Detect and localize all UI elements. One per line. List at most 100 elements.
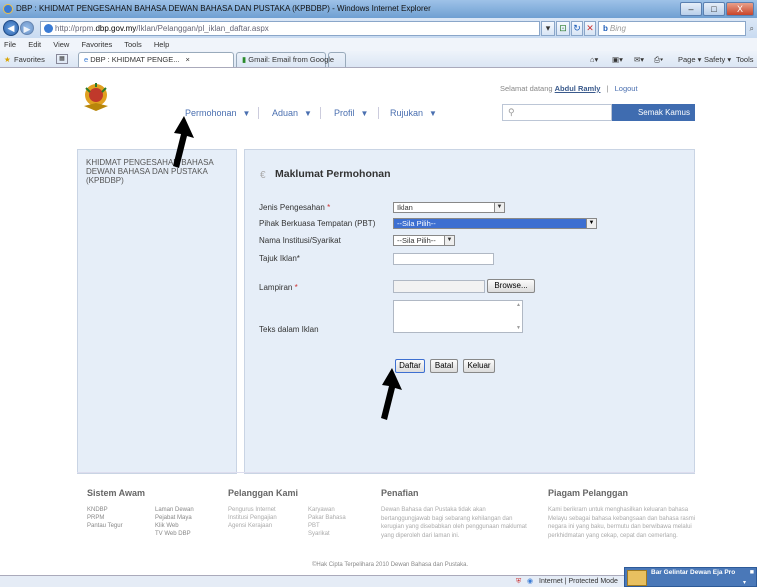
maximize-button[interactable]: □: [703, 2, 725, 16]
notification-icon: [627, 570, 647, 586]
ie-icon: [3, 4, 13, 14]
browse-button[interactable]: Browse...: [487, 279, 535, 293]
footer-text: Institusi Pengajian: [228, 515, 277, 521]
teks-textarea[interactable]: ▲ ▼: [393, 300, 523, 333]
tab-ie-icon: e: [84, 55, 89, 64]
lampiran-input[interactable]: [393, 280, 485, 293]
menu-edit[interactable]: Edit: [28, 40, 41, 49]
nav-profil[interactable]: Profil ▼: [334, 108, 368, 118]
search-icon[interactable]: ⌕: [750, 22, 754, 35]
scroll-down-icon[interactable]: ▼: [516, 325, 521, 331]
semak-kamus-button[interactable]: Semak Kamus: [612, 104, 695, 121]
menu-file[interactable]: File: [4, 40, 16, 49]
toolbar-notification[interactable]: Bar Gelintar Dewan Eja Pro ■ ▾: [624, 567, 757, 587]
zone-shield-icon: ⛨: [516, 578, 522, 585]
refresh-icon[interactable]: ↻: [571, 21, 583, 36]
nav-aduan[interactable]: Aduan ▼: [272, 108, 312, 118]
compatibility-icon[interactable]: ⊡: [556, 21, 570, 36]
footer-pelanggan-heading: Pelanggan Kami: [228, 488, 299, 498]
minimize-button[interactable]: –: [680, 2, 702, 16]
menu-help[interactable]: Help: [154, 40, 169, 49]
window-title: DBP : KHIDMAT PENGESAHAN BAHASA DEWAN BA…: [16, 4, 431, 13]
close-button[interactable]: X: [726, 2, 754, 16]
forward-icon[interactable]: ▶: [20, 21, 34, 35]
mail-icon[interactable]: ✉▾: [634, 51, 644, 68]
form-title: Maklumat Permohonan: [275, 168, 391, 180]
tab-gmail[interactable]: ▮ Gmail: Email from Google: [236, 52, 334, 67]
footer-link[interactable]: PRPM: [87, 514, 123, 522]
logout-link[interactable]: Logout: [615, 84, 638, 93]
kamus-search-input[interactable]: ⚲: [502, 104, 612, 121]
notification-dropdown-icon[interactable]: ▾: [743, 579, 746, 586]
notification-close-icon[interactable]: ■: [750, 569, 754, 576]
page-icon: [44, 24, 53, 33]
scroll-up-icon[interactable]: ▲: [516, 302, 521, 308]
chevron-down-icon: ▼: [360, 109, 369, 118]
url-path: /Iklan/Pelanggan/pl_iklan_daftar.aspx: [136, 24, 269, 33]
tab-close-icon[interactable]: ×: [186, 55, 190, 64]
menu-favorites[interactable]: Favorites: [81, 40, 112, 49]
tajuk-input[interactable]: [393, 253, 494, 265]
bing-icon: b: [603, 24, 608, 33]
footer-link[interactable]: Pejabat Maya: [155, 514, 194, 522]
search-engine-label: Bing: [609, 24, 626, 33]
page-menu[interactable]: Page ▾: [678, 51, 701, 68]
menu-view[interactable]: View: [53, 40, 69, 49]
favorites-star-icon[interactable]: ★: [4, 51, 11, 68]
search-input[interactable]: b Bing ⌕: [598, 21, 754, 36]
footer-link[interactable]: KNDBP: [87, 506, 123, 514]
back-icon[interactable]: ◀: [3, 20, 19, 36]
footer-link[interactable]: Pantau Tegur: [87, 522, 123, 530]
footer-text: Agensi Kerajaan: [228, 523, 273, 529]
stop-icon[interactable]: ✕: [584, 21, 596, 36]
jenis-label: Jenis Pengesahan *: [259, 203, 330, 212]
institusi-value: --Sila Pilih--: [397, 236, 436, 245]
footer-link[interactable]: Klik Web: [155, 522, 194, 530]
footer-piagam-heading: Piagam Pelanggan: [548, 488, 629, 498]
url-dropdown-icon[interactable]: ▾: [541, 21, 555, 36]
footer-penafian-heading: Penafian: [381, 488, 419, 498]
home-icon[interactable]: ⌂▾: [590, 51, 598, 68]
tab-dbp[interactable]: e DBP : KHIDMAT PENGE... ×: [78, 52, 234, 67]
institusi-select[interactable]: --Sila Pilih-- ▼: [393, 235, 455, 246]
copyright: ©Hak Cipta Terpelihara 2010 Dewan Bahasa…: [312, 562, 469, 568]
annotation-arrow: [173, 116, 194, 168]
favorites-label[interactable]: Favorites: [14, 51, 45, 68]
tab-gmail-label: Gmail: Email from Google: [248, 55, 335, 64]
feeds-icon[interactable]: ▣▾: [612, 51, 623, 68]
new-tab-button[interactable]: [328, 52, 346, 67]
keluar-button[interactable]: Keluar: [463, 359, 495, 373]
url-field[interactable]: http://prpm.dbp.gov.my/Iklan/Pelanggan/p…: [40, 21, 540, 36]
footer-text: Karyawan: [308, 507, 335, 513]
globe-icon: ◉: [527, 578, 534, 585]
required-mark: *: [327, 203, 331, 212]
gmail-icon: ▮: [242, 55, 247, 64]
url-prefix: http://prpm.: [55, 24, 96, 33]
jenis-value: Iklan: [397, 203, 413, 212]
jenis-select[interactable]: Iklan ▼: [393, 202, 505, 213]
footer-col2a: Pengurus Internet Institusi Pengajian Ag…: [228, 506, 277, 530]
nav-rujukan-label: Rujukan: [390, 108, 424, 118]
batal-button[interactable]: Batal: [430, 359, 458, 373]
nav-rujukan[interactable]: Rujukan ▼: [390, 108, 437, 118]
address-bar: ◀ ▶ http://prpm.dbp.gov.my/Iklan/Pelangg…: [0, 18, 757, 38]
nav-permohonan[interactable]: Permohonan ▼: [185, 108, 250, 118]
chevron-down-icon: ▼: [494, 203, 504, 212]
welcome-text: Selamat datang Abdul Ramly | Logout: [500, 84, 638, 93]
menu-bar: File Edit View Favorites Tools Help: [0, 38, 757, 51]
pbt-select[interactable]: --Sila Pilih-- ▼: [393, 218, 597, 229]
notification-title: Bar Gelintar Dewan Eja Pro: [651, 569, 736, 576]
footer-text: PBT: [308, 523, 320, 529]
quick-tabs-icon[interactable]: ▦: [56, 54, 68, 64]
safety-menu[interactable]: Safety ▾: [704, 51, 731, 68]
nav-profil-label: Profil: [334, 108, 355, 118]
required-mark: *: [294, 283, 298, 292]
user-link[interactable]: Abdul Ramly: [555, 84, 601, 93]
footer-link[interactable]: Laman Dewan: [155, 506, 194, 514]
print-icon[interactable]: ⎙▾: [654, 51, 663, 68]
lampiran-label-text: Lampiran: [259, 283, 293, 292]
footer-link[interactable]: TV Web DBP: [155, 530, 194, 538]
pbt-label: Pihak Berkuasa Tempatan (PBT): [259, 219, 376, 228]
menu-tools[interactable]: Tools: [124, 40, 142, 49]
nav-divider: [378, 107, 379, 119]
